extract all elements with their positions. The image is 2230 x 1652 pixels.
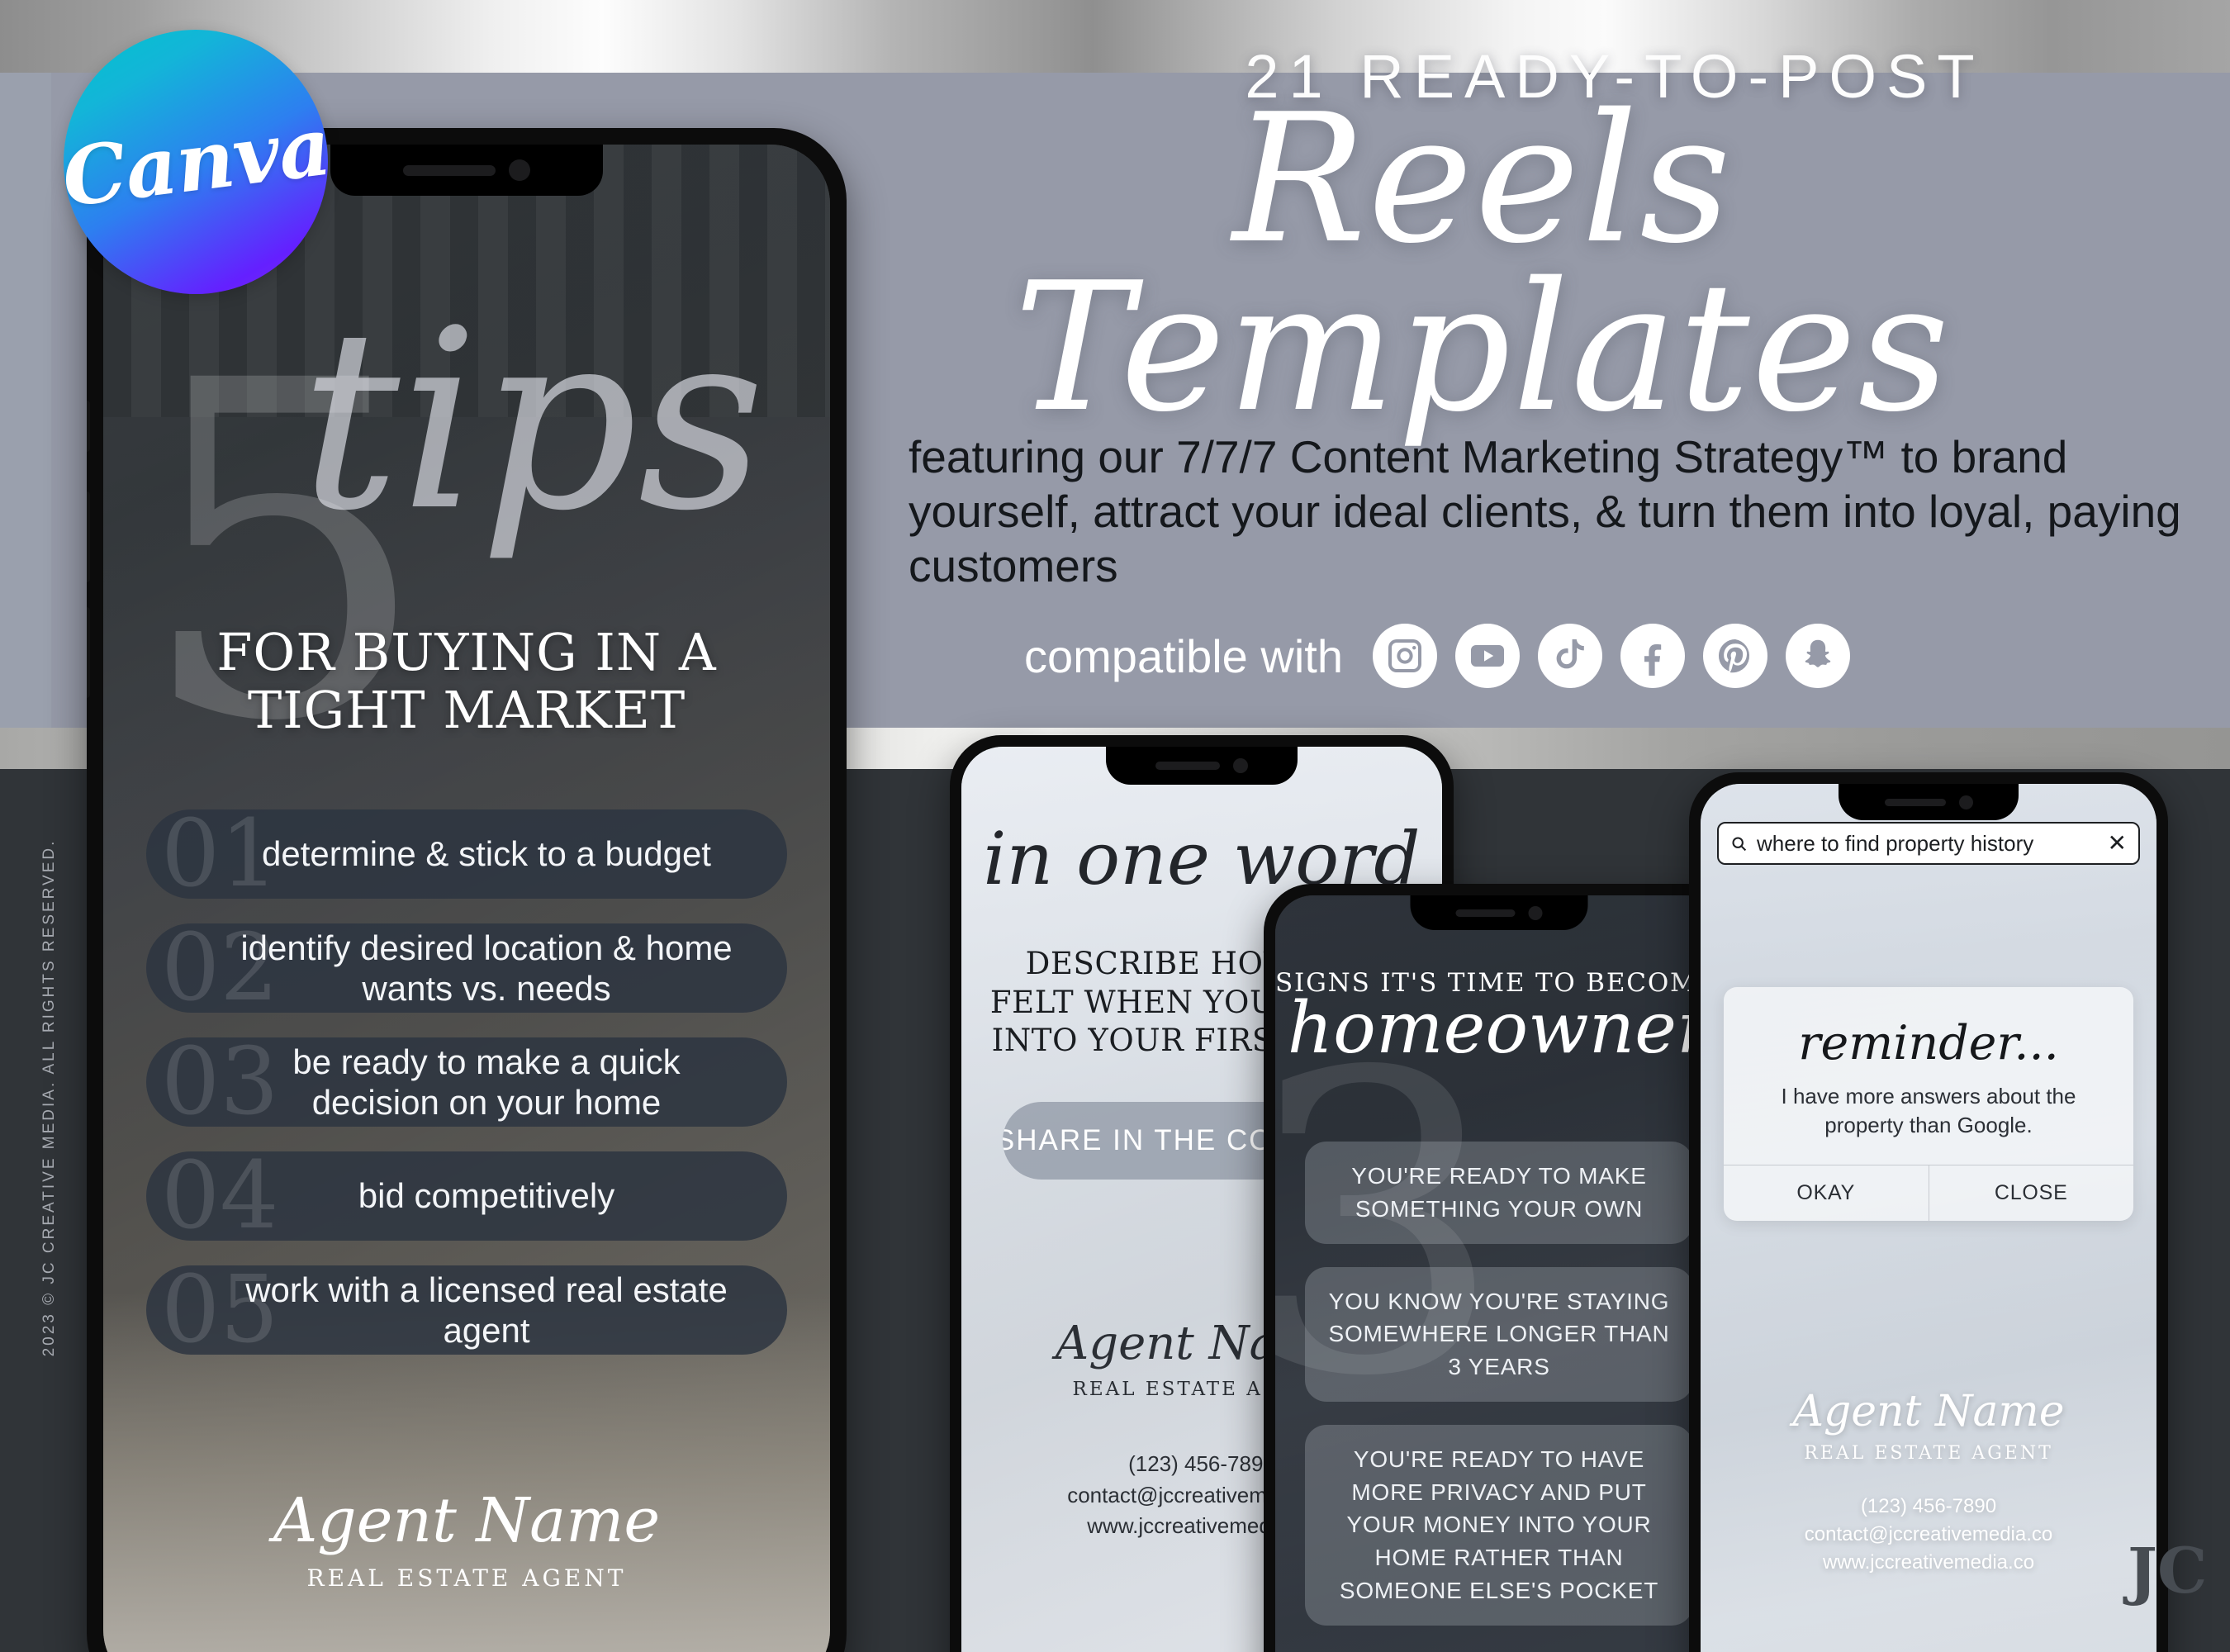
tip-item: 04 bid competitively [146, 1150, 787, 1242]
phone1-signature: Agent Name REAL ESTATE AGENT [103, 1490, 830, 1592]
phone4-signature: Agent Name REAL ESTATE AGENT [1701, 1387, 2156, 1464]
speaker-grille-icon [403, 164, 496, 176]
phone2-notch [1106, 747, 1298, 785]
phone3-notch [1410, 895, 1588, 930]
reminder-dialog: reminder... I have more answers about th… [1724, 987, 2133, 1221]
phone4-notch [1839, 784, 2019, 820]
tiktok-icon [1537, 624, 1602, 688]
tip-text: be ready to make a quick decision on you… [292, 1042, 681, 1122]
speaker-grille-icon [1155, 762, 1220, 770]
header-script-title: Reels Templates [1013, 75, 1952, 452]
phone1-title: FOR BUYING IN A TIGHT MARKET [216, 622, 717, 741]
canva-badge: Canva [57, 30, 334, 294]
agent-role: REAL ESTATE AGENT [1804, 1443, 2053, 1464]
phone1-side-button-volume-up [87, 491, 90, 582]
speaker-grille-icon [1884, 798, 1946, 806]
phone3-sign-list: YOU'RE READY TO MAKE SOMETHING YOUR OWN … [1305, 1142, 1693, 1649]
sign-item: YOU'RE READY TO MAKE SOMETHING YOUR OWN [1305, 1142, 1693, 1244]
facebook-icon [1620, 624, 1685, 688]
tip-text: bid competitively [358, 1176, 615, 1216]
front-camera-icon [1958, 795, 1973, 809]
phone1-notch [330, 145, 603, 196]
tip-item: 03 be ready to make a quick decision on … [146, 1036, 787, 1128]
search-bar[interactable]: where to find property history ✕ [1717, 822, 2140, 865]
phone1-side-button-volume-down [87, 607, 90, 698]
tip-text: determine & stick to a budget [262, 834, 711, 874]
agent-phone: (123) 456-7890 [1860, 1495, 1997, 1517]
tip-text: identify desired location & home wants v… [240, 928, 733, 1008]
front-camera-icon [1233, 758, 1248, 773]
phone-mockup-reminder: where to find property history ✕ reminde… [1689, 772, 2168, 1652]
search-input[interactable]: where to find property history [1757, 831, 2099, 857]
close-icon[interactable]: ✕ [2108, 832, 2127, 855]
left-rail [0, 73, 51, 728]
speaker-grille-icon [1455, 909, 1516, 917]
phone3-screen: 3 SIGNS IT'S TIME TO BECOME A homeowner … [1275, 895, 1723, 1652]
phone3-script-word: homeowner [1287, 987, 1711, 1070]
pinterest-icon [1702, 624, 1767, 688]
phone4-screen: where to find property history ✕ reminde… [1701, 784, 2156, 1652]
front-camera-icon [1528, 905, 1543, 920]
compatible-with-label: compatible with [1024, 629, 1343, 682]
agent-role: REAL ESTATE AGENT [306, 1564, 627, 1592]
youtube-icon [1454, 624, 1520, 688]
okay-button[interactable]: OKAY [1724, 1165, 1929, 1221]
front-camera-icon [509, 159, 530, 181]
phone-mockup-homeowner: 3 SIGNS IT'S TIME TO BECOME A homeowner … [1264, 884, 1734, 1652]
tip-item: 01 determine & stick to a budget [146, 808, 787, 900]
agent-email: contact@jccreativemedia.co [1804, 1523, 2053, 1546]
agent-name: Agent Name [273, 1485, 661, 1556]
poster-canvas: 2023 © JC CREATIVE MEDIA. ALL RIGHTS RES… [0, 0, 2230, 1652]
tip-text: work with a licensed real estate agent [245, 1270, 728, 1350]
agent-name: Agent Name [1792, 1387, 2065, 1436]
agent-website: www.jccreativemedia.co [1822, 1551, 2035, 1574]
canva-badge-label: Canva [56, 98, 335, 225]
phone-mockup-main: 5 tips FOR BUYING IN A TIGHT MARKET 01 d… [87, 128, 847, 1652]
phone4-contact-block: (123) 456-7890 contact@jccreativemedia.c… [1701, 1493, 2156, 1577]
reminder-actions: OKAY CLOSE [1724, 1164, 2134, 1221]
snapchat-icon [1785, 624, 1850, 688]
tip-item: 02 identify desired location & home want… [146, 922, 787, 1014]
copyright-notice: 2023 © JC CREATIVE MEDIA. ALL RIGHTS RES… [40, 838, 58, 1357]
phone1-script-word: tips [300, 277, 766, 565]
instagram-icon [1372, 624, 1437, 688]
sign-item: YOU KNOW YOU'RE STAYING SOMEWHERE LONGER… [1305, 1266, 1693, 1402]
jc-watermark: JC [2128, 1534, 2208, 1607]
reminder-body: I have more answers about the property t… [1781, 1084, 2076, 1137]
phone1-tip-list: 01 determine & stick to a budget 02 iden… [146, 808, 787, 1379]
tip-item: 05 work with a licensed real estate agen… [146, 1264, 787, 1356]
phone1-screen: 5 tips FOR BUYING IN A TIGHT MARKET 01 d… [103, 145, 830, 1652]
search-icon [1732, 836, 1747, 851]
header-subtitle: featuring our 7/7/7 Content Marketing St… [909, 431, 2181, 591]
close-button[interactable]: CLOSE [1929, 1165, 2134, 1221]
phone1-side-button-silent [87, 401, 90, 452]
compatible-with-row: compatible with [1024, 624, 2205, 688]
sign-item: YOU'RE READY TO HAVE MORE PRIVACY AND PU… [1305, 1424, 1693, 1626]
reminder-title: reminder... [1798, 1016, 2059, 1070]
